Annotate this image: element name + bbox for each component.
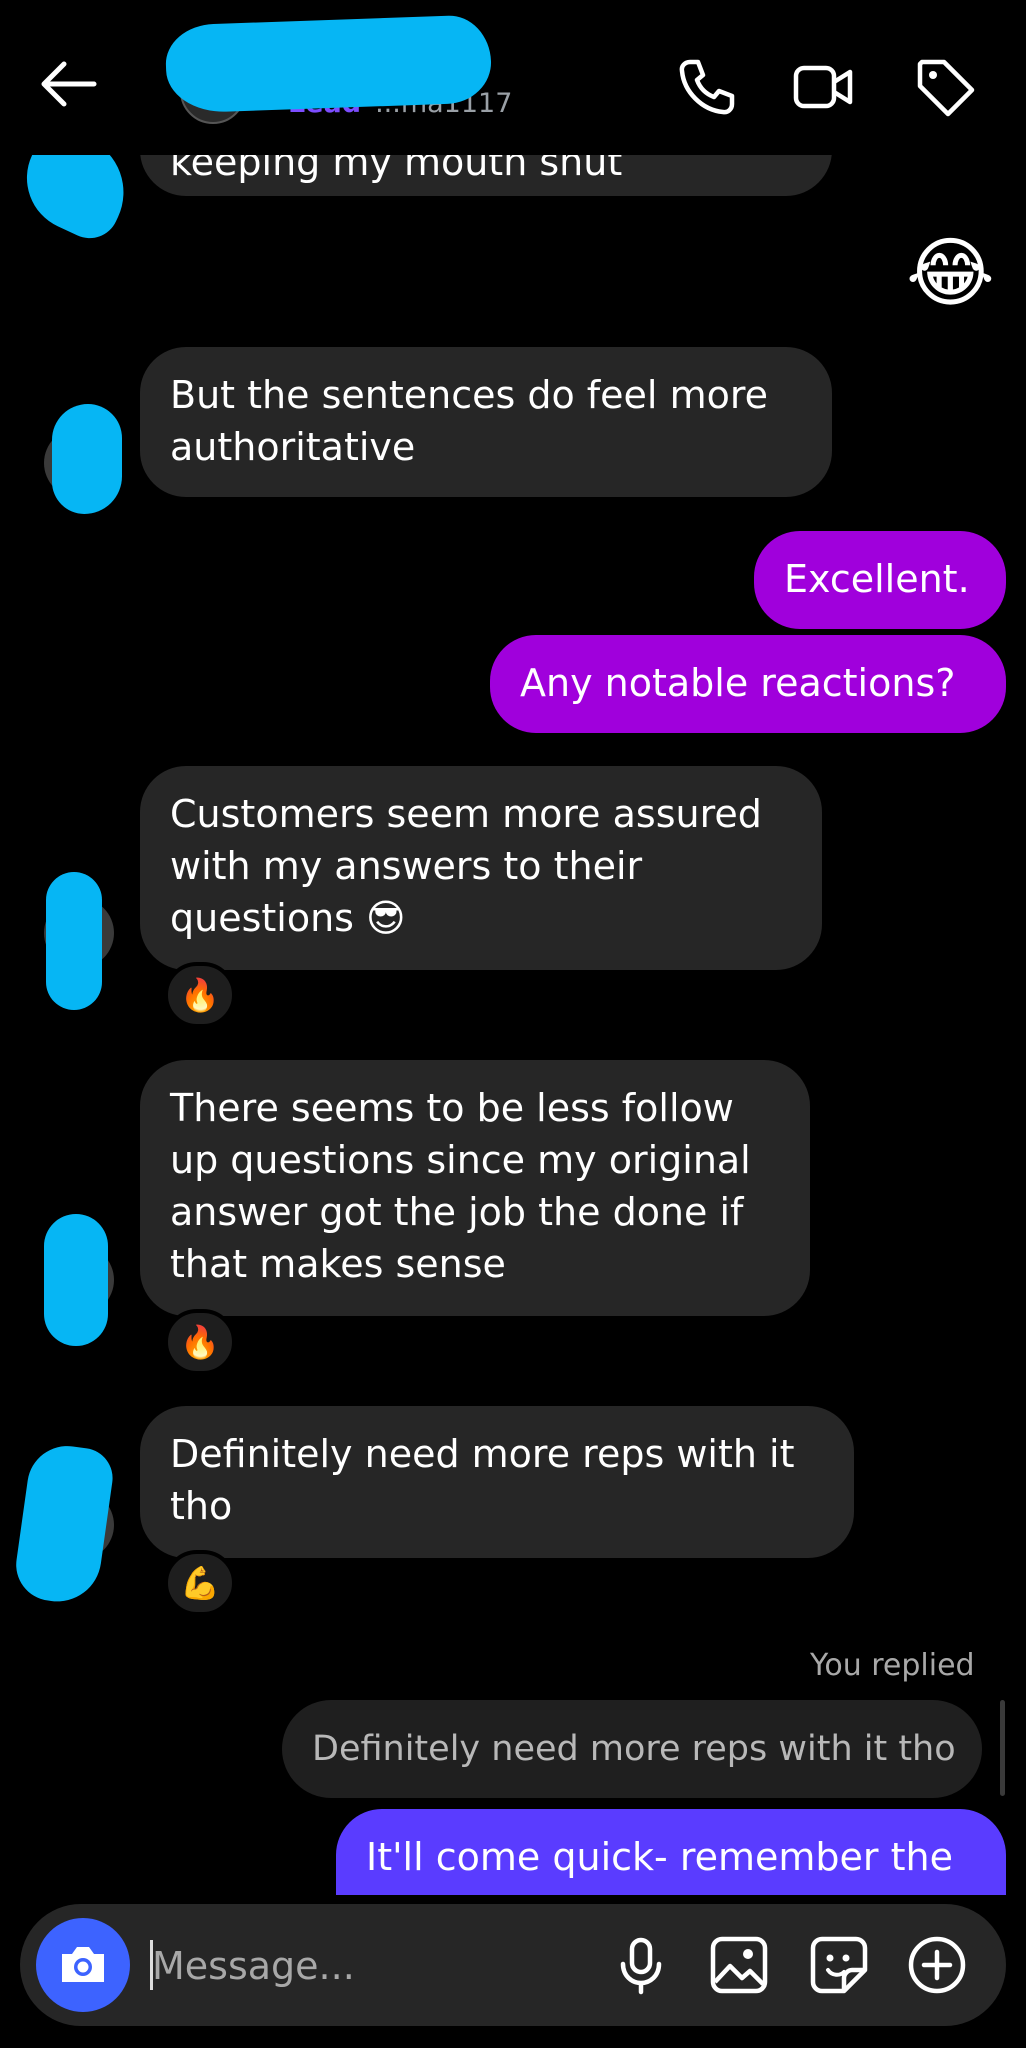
message-incoming[interactable]: Definitely need more reps with it tho <box>140 1406 854 1558</box>
reaction-badge[interactable]: 💪 <box>164 1550 236 1616</box>
message-outgoing-emoji[interactable]: 😂 <box>906 228 995 318</box>
message-incoming[interactable]: There seems to be less follow up questio… <box>140 1060 810 1316</box>
replied-label: You replied <box>810 1648 975 1683</box>
video-camera-icon[interactable] <box>792 56 854 118</box>
camera-icon <box>62 1947 104 1982</box>
chat-header: Lead...ma1117 <box>0 0 1026 155</box>
camera-button[interactable] <box>36 1918 130 2012</box>
tag-icon[interactable] <box>914 56 976 118</box>
microphone-icon[interactable] <box>610 1934 672 1996</box>
reply-quote[interactable]: Definitely need more reps with it tho <box>282 1700 982 1798</box>
redaction-scribble <box>44 1214 108 1346</box>
plus-circle-icon[interactable] <box>906 1934 968 1996</box>
message-outgoing[interactable]: Excellent. <box>754 531 1006 629</box>
redaction-scribble <box>52 404 122 514</box>
redaction-scribble <box>46 872 102 1010</box>
message-outgoing[interactable]: Any notable reactions? <box>490 635 1006 733</box>
message-composer <box>20 1904 1006 2026</box>
reaction-badge[interactable]: 🔥 <box>164 962 236 1028</box>
message-incoming[interactable]: Customers seem more assured with my answ… <box>140 766 822 970</box>
message-input[interactable] <box>150 1928 594 2004</box>
phone-icon[interactable] <box>676 56 738 118</box>
reply-bar <box>1000 1700 1005 1796</box>
message-incoming[interactable]: But the sentences do feel more authorita… <box>140 347 832 497</box>
redaction-scribble <box>164 14 493 114</box>
sticker-icon[interactable] <box>808 1934 870 1996</box>
back-arrow-icon[interactable] <box>38 58 98 110</box>
reaction-badge[interactable]: 🔥 <box>164 1309 236 1375</box>
redaction-scribble <box>11 1440 117 1608</box>
image-icon[interactable] <box>708 1934 770 1996</box>
